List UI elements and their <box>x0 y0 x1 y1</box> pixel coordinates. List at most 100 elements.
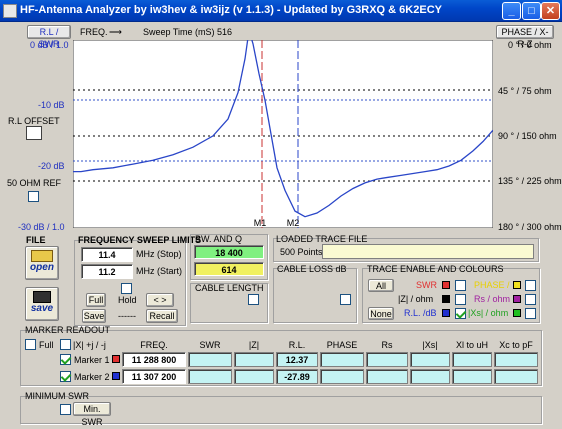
file-label: FILE <box>26 235 46 245</box>
stop-freq-input[interactable]: 11.4 <box>81 247 133 262</box>
maximize-button[interactable]: □ <box>522 2 541 20</box>
sweep-limits-title: FREQUENCY SWEEP LIMITS <box>78 235 202 245</box>
marker-1-rs <box>366 352 408 367</box>
col-xs: |Xs| <box>422 340 438 350</box>
trace-none-button[interactable]: None <box>368 307 394 320</box>
marker-1-tag: M1 <box>254 218 267 228</box>
marker-2-swr <box>188 369 232 384</box>
app-icon <box>3 4 17 18</box>
marker-2-freq: 11 307 200 <box>122 369 186 384</box>
phase-axis-label-3: 135 ° / 225 ohm <box>498 176 562 186</box>
marker-2-label: Marker 2 <box>74 372 110 382</box>
marker-1-xs <box>410 352 450 367</box>
trace-phase-checkbox[interactable] <box>525 280 536 291</box>
marker-1-phase <box>320 352 364 367</box>
bw-q-title: BW. AND Q <box>195 234 243 244</box>
trace-xs-label: |Xs| / ohm <box>468 308 509 318</box>
min-swr-checkbox[interactable] <box>60 404 71 415</box>
chart-plot-area <box>73 40 493 228</box>
sweep-time: Sweep Time (mS) 516 <box>143 27 233 37</box>
col-freq: FREQ. <box>140 340 168 350</box>
ohm-ref-label: 50 OHM REF <box>7 178 62 188</box>
save-file-button[interactable]: save <box>25 287 59 321</box>
marker-2-color[interactable] <box>112 372 120 380</box>
floppy-icon <box>33 291 51 303</box>
marker-1-label: Marker 1 <box>74 355 110 365</box>
marker-1-freq: 11 288 800 <box>122 352 186 367</box>
sign-checkbox[interactable] <box>60 339 71 350</box>
min-swr-title: MINIMUM SWR <box>25 391 89 401</box>
col-rl: R.L. <box>288 340 306 350</box>
trace-z-color[interactable] <box>442 295 450 303</box>
marker-2-tag: M2 <box>287 218 300 228</box>
trace-phase-color[interactable] <box>513 281 521 289</box>
cable-length-title: CABLE LENGTH <box>195 283 264 293</box>
marker-1-checkbox[interactable] <box>60 354 71 365</box>
marker-1-swr <box>188 352 232 367</box>
marker-1-color[interactable] <box>112 355 120 363</box>
rl-axis-label-3: -30 dB / 1.0 <box>18 222 65 232</box>
col-swr: SWR <box>199 340 221 350</box>
marker-2-z <box>234 369 274 384</box>
step-arrows-button[interactable]: < > <box>146 293 174 307</box>
trace-z-checkbox[interactable] <box>455 294 466 305</box>
trace-xs-checkbox[interactable] <box>525 308 536 319</box>
marker-1-xl <box>452 352 492 367</box>
marker-2-xl <box>452 369 492 384</box>
sweep-save-button[interactable]: Save <box>82 309 106 323</box>
trace-rs-checkbox[interactable] <box>525 294 536 305</box>
points-label: 500 Points <box>280 247 323 257</box>
trace-xs-color[interactable] <box>513 309 521 317</box>
loaded-trace-title: LOADED TRACE FILE <box>276 234 368 244</box>
marker-readout-title: MARKER READOUT <box>25 325 111 335</box>
trace-rl-label: R.L. /dB <box>404 308 437 318</box>
hold-checkbox[interactable] <box>121 283 132 294</box>
col-rs: Rs <box>381 340 393 350</box>
arrow-right-icon: ⟶ <box>109 27 122 37</box>
trace-swr-checkbox[interactable] <box>455 280 466 291</box>
full-readout-label: Full <box>39 340 54 350</box>
q-value: 614 <box>194 262 264 276</box>
rl-axis-label-0: 0 dB / 1.0 <box>30 40 69 50</box>
phase-xrz-toggle[interactable]: PHASE / X-R-Z <box>496 25 554 49</box>
open-button[interactable]: open <box>25 246 59 280</box>
recall-button[interactable]: Recall <box>146 309 178 323</box>
marker-2-rs <box>366 369 408 384</box>
rl-offset-field[interactable] <box>26 126 42 140</box>
trace-swr-color[interactable] <box>442 281 450 289</box>
trace-enable-title: TRACE ENABLE AND COLOURS <box>367 264 504 274</box>
phase-axis-label-4: 180 ° / 300 ohm <box>498 222 562 232</box>
rl-swr-toggle[interactable]: R.L / SWR <box>27 25 71 49</box>
trace-rl-color[interactable] <box>442 309 450 317</box>
trace-swr-label: SWR <box>416 280 437 290</box>
ohm-ref-checkbox[interactable] <box>28 191 39 202</box>
hold-label: Hold <box>118 295 137 305</box>
trace-rl-checkbox[interactable] <box>455 308 466 319</box>
cable-loss-checkbox[interactable] <box>340 294 351 305</box>
sweep-chart[interactable]: M1 M2 <box>73 40 493 228</box>
rl-axis-label-1: -10 dB <box>38 100 65 110</box>
trace-rs-color[interactable] <box>513 295 521 303</box>
full-readout-checkbox[interactable] <box>25 339 36 350</box>
marker-2-checkbox[interactable] <box>60 371 71 382</box>
start-freq-input[interactable]: 11.2 <box>81 264 133 279</box>
trace-all-button[interactable]: All <box>368 279 394 292</box>
rl-offset-label: R.L OFFSET <box>8 116 60 126</box>
phase-axis-label-2: 90 ° / 150 ohm <box>498 131 557 141</box>
marker-2-xs <box>410 369 450 384</box>
full-button[interactable]: Full <box>86 293 106 307</box>
trace-file-field[interactable] <box>322 244 534 259</box>
cable-length-checkbox[interactable] <box>248 294 259 305</box>
sweep-dashes: ------ <box>118 311 136 321</box>
min-swr-button[interactable]: Min. SWR <box>73 402 111 427</box>
close-button[interactable]: ✕ <box>541 2 560 20</box>
stop-unit-label: MHz (Stop) <box>136 249 182 259</box>
minimize-button[interactable]: _ <box>502 2 521 20</box>
marker-2-phase <box>320 369 364 384</box>
window-title: HF-Antenna Analyzer by iw3hev & iw3ijz (… <box>20 4 442 16</box>
marker-1-z <box>234 352 274 367</box>
freq-label: FREQ. <box>80 27 108 37</box>
trace-z-label: |Z| / ohm <box>398 294 434 304</box>
col-xc: Xc to pF <box>499 340 533 350</box>
folder-icon <box>31 250 53 262</box>
